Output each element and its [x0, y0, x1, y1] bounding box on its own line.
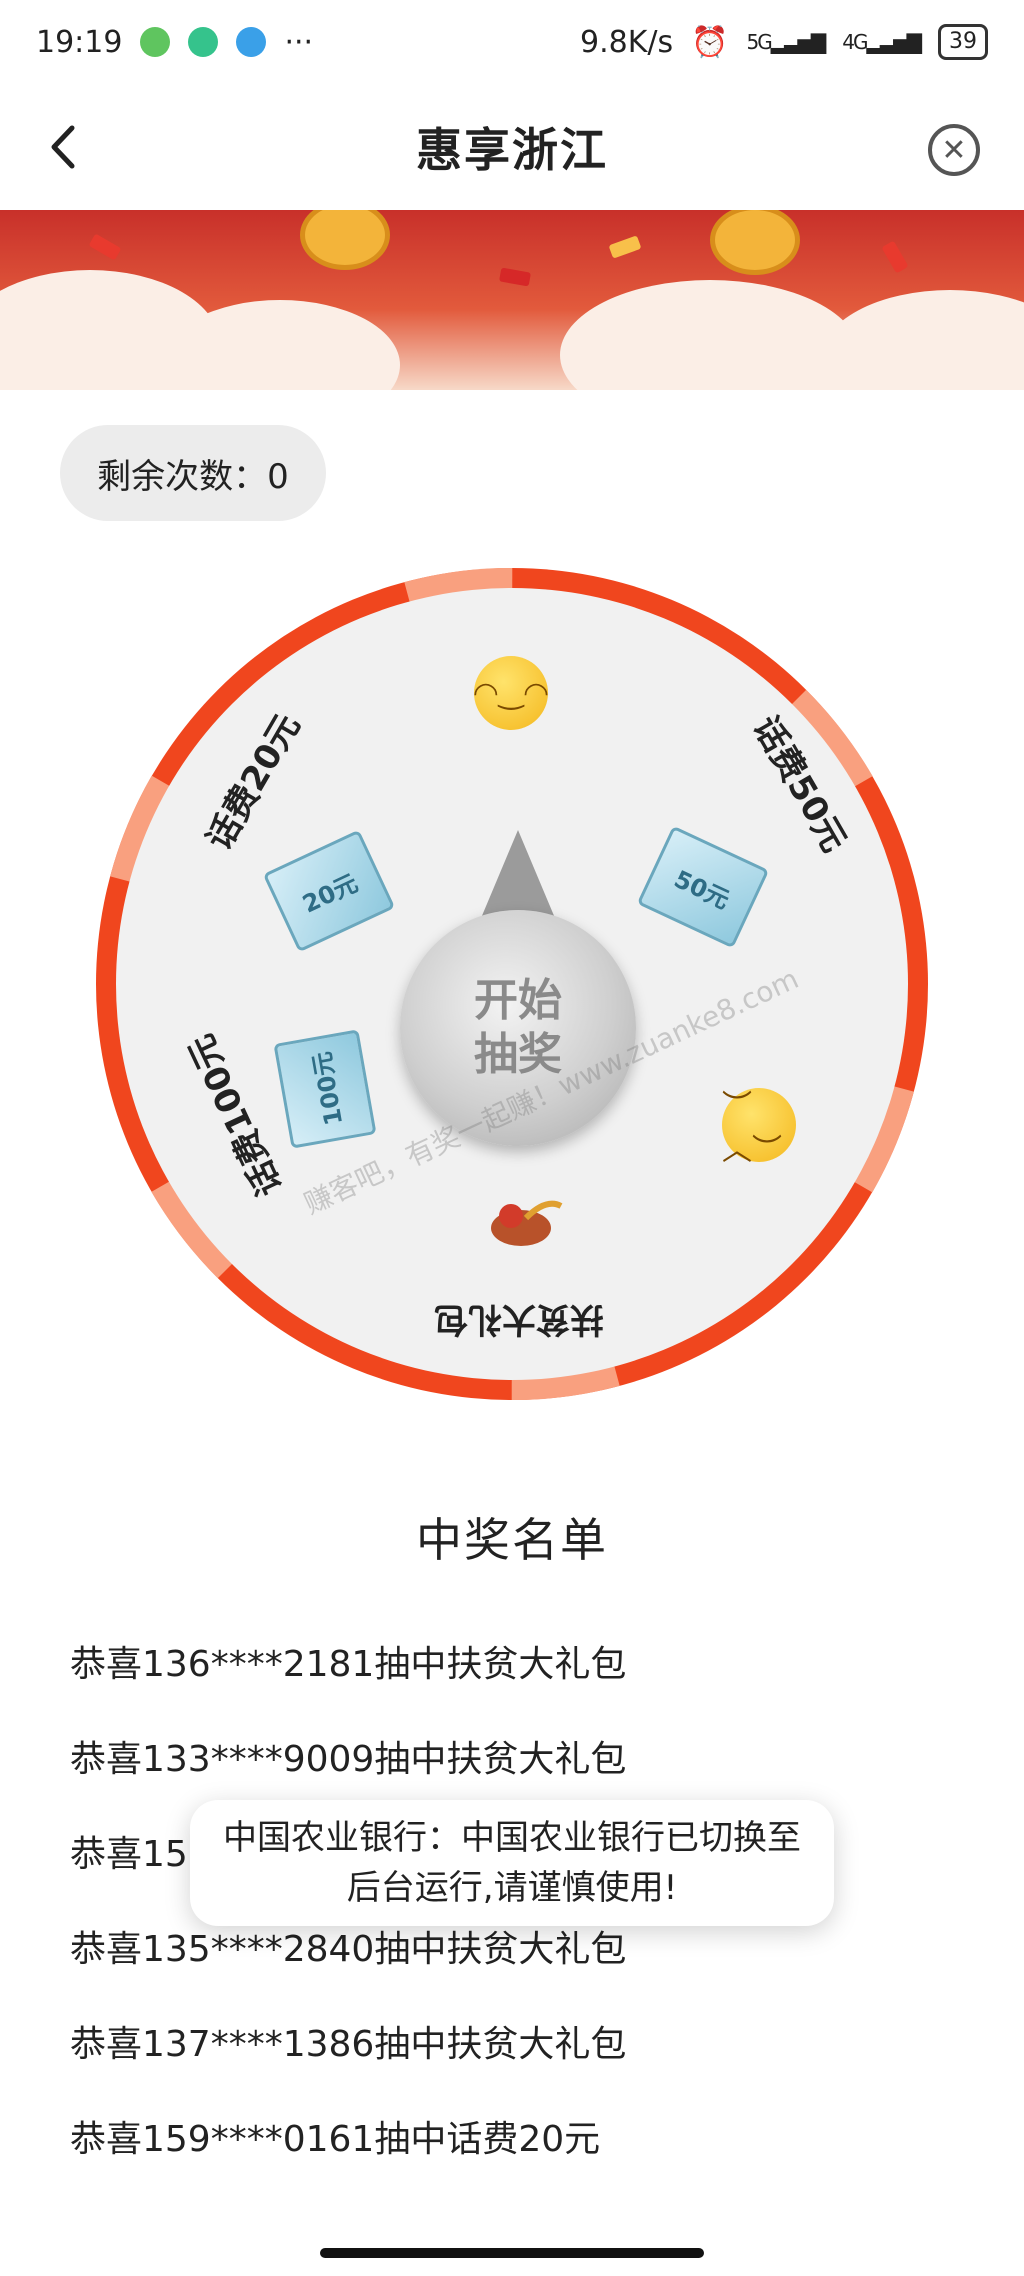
wechat-icon	[140, 27, 171, 57]
battery-indicator: 39	[938, 24, 988, 60]
status-time: 19:19	[36, 24, 123, 60]
title-bar: 惠享浙江 ✕	[0, 84, 1024, 210]
remaining-count: 剩余次数：0	[60, 425, 326, 521]
winner-item: 恭喜137****1386抽中扶贫大礼包	[70, 2024, 627, 2065]
toast-message: 中国农业银行：中国农业银行已切换至后台运行,请谨慎使用!	[190, 1800, 834, 1926]
net-speed: 9.8K/s	[579, 24, 674, 60]
signal-5g: 5G▂▃▅▇	[746, 30, 826, 54]
app-icon	[236, 27, 267, 57]
smile-emoji-icon: ◠‿◠	[473, 656, 549, 730]
winners-title: 中奖名单	[416, 1513, 608, 1567]
gift-basket-icon	[491, 1200, 563, 1246]
winner-item: 恭喜135****2840抽中扶贫大礼包	[70, 1929, 627, 1970]
shield-icon	[188, 27, 219, 57]
festive-banner	[0, 210, 1024, 390]
sad-emoji-icon: ︶︿︶	[722, 1088, 796, 1168]
winner-item: 恭喜159****0161抽中话费20元	[70, 2119, 601, 2160]
home-indicator[interactable]	[320, 2248, 704, 2258]
back-arrow-icon[interactable]	[40, 122, 90, 172]
page-title: 惠享浙江	[416, 123, 608, 177]
ticket-100: 100元	[273, 1029, 377, 1149]
alarm-icon: ⏰	[691, 24, 729, 60]
winner-item: 恭喜136****2181抽中扶贫大礼包	[70, 1644, 627, 1685]
more-dots-icon: ···	[284, 24, 314, 60]
prize-label-gift: 扶贫大礼包	[434, 1299, 604, 1339]
signal-4g: 4G▂▃▅▇	[842, 30, 922, 54]
status-bar: 19:19 ··· 9.8K/s ⏰ 5G▂▃▅▇ 4G▂▃▅▇ 39	[0, 0, 1024, 84]
close-icon[interactable]: ✕	[928, 124, 980, 176]
lottery-wheel: ◠‿◠ ︶︿︶ 话费20元 话费50元 话费100元 扶贫大礼包 20元 50元…	[96, 568, 928, 1400]
